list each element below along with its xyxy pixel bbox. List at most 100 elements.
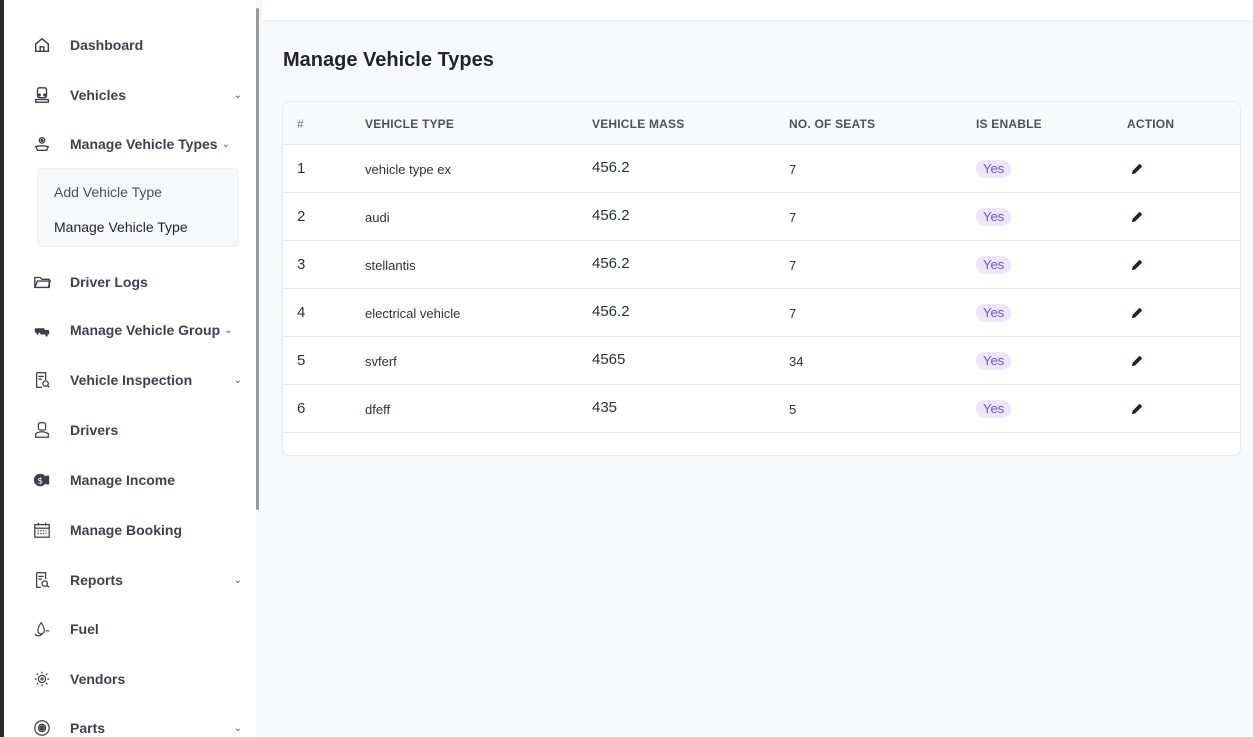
table-row: 5 svferf 4565 34 Yes [283,337,1240,385]
parts-icon [32,718,52,737]
pencil-icon [1131,355,1143,367]
vendors-icon [32,669,52,689]
seats-cell: 7 [789,306,797,321]
sidebar-item-label: Reports [70,572,123,588]
vehicle-mass-cell: 435 [592,399,618,416]
sidebar-item-label: Parts [70,720,106,736]
seats-cell: 7 [789,162,797,177]
seats-cell: 34 [789,354,804,369]
sidebar-item-label: Vehicle Inspection [70,372,193,388]
pencil-icon [1131,403,1143,415]
sidebar-item-label: Vendors [70,671,126,687]
chevron-down-icon: ⌄ [233,89,242,101]
edit-button[interactable] [1127,303,1147,323]
sidebar-item-label: Driver Logs [70,274,148,290]
sidebar-item-reports[interactable]: Reports ⌄ [32,566,242,594]
sidebar-item-driver-logs[interactable]: Driver Logs [32,268,242,296]
sidebar-item-label: Manage Booking [70,522,183,538]
sidebar-item-manage-vehicle-types[interactable]: Manage Vehicle Types ⌄ [32,130,242,158]
row-number: 1 [297,160,306,177]
vehicle-mass-cell: 456.2 [592,255,630,272]
column-header-number: # [297,117,304,131]
table-row: 3 stellantis 456.2 7 Yes [283,241,1240,289]
status-badge: Yes [976,256,1012,274]
vehicle-icon [32,85,52,105]
vehicle-type-cell: svferf [365,354,397,369]
vehicle-type-cell: electrical vehicle [365,306,461,321]
submenu-item-add-vehicle-type[interactable]: Add Vehicle Type [54,184,162,200]
sidebar-item-label: Drivers [70,422,119,438]
sidebar: Dashboard Vehicles ⌄ Manage Vehicle Type… [4,0,256,737]
svg-text:$: $ [37,477,43,487]
inspection-icon [32,370,52,390]
edit-button[interactable] [1127,159,1147,179]
vehicle-mass-cell: 456.2 [592,303,630,320]
edit-button[interactable] [1127,255,1147,275]
chevron-down-icon: ⌄ [224,324,233,336]
folder-icon [32,272,52,292]
vehicle-mass-cell: 456.2 [592,207,630,224]
chevron-down-icon: ⌄ [233,722,242,734]
status-badge: Yes [976,208,1012,226]
pencil-icon [1131,259,1143,271]
top-bar [262,0,1253,20]
pencil-icon [1131,163,1143,175]
vehicle-types-icon [32,134,52,154]
vehicle-mass-cell: 4565 [592,351,626,368]
vehicle-types-submenu: Add Vehicle Type Manage Vehicle Type [37,168,239,247]
sidebar-item-label: Manage Vehicle Group [70,322,221,338]
row-number: 6 [297,400,306,417]
vehicle-type-cell: dfeff [365,402,391,417]
column-header-seats: NO. OF SEATS [789,117,876,131]
table-header: # VEHICLE TYPE VEHICLE MASS NO. OF SEATS… [283,102,1240,145]
column-header-is-enable: IS ENABLE [976,117,1042,131]
column-header-action: ACTION [1127,117,1175,131]
sidebar-item-fuel[interactable]: Fuel [32,615,242,643]
fuel-icon [32,619,52,639]
vehicle-type-cell: vehicle type ex [365,162,451,177]
edit-button[interactable] [1127,399,1147,419]
sidebar-item-manage-booking[interactable]: Manage Booking [32,516,242,544]
sidebar-item-drivers[interactable]: Drivers [32,416,242,444]
row-number: 5 [297,352,306,369]
vehicle-group-icon [32,320,52,340]
vehicle-type-cell: audi [365,210,390,225]
row-number: 3 [297,256,306,273]
chevron-down-icon: ⌄ [221,138,230,150]
sidebar-item-label: Dashboard [70,37,144,53]
vehicle-type-cell: stellantis [365,258,416,273]
vehicle-mass-cell: 456.2 [592,159,630,176]
table-row: 2 audi 456.2 7 Yes [283,193,1240,241]
sidebar-item-label: Manage Income [70,472,176,488]
reports-icon [32,570,52,590]
sidebar-item-dashboard[interactable]: Dashboard [32,31,242,59]
sidebar-item-vendors[interactable]: Vendors [32,665,242,693]
table-row: 4 electrical vehicle 456.2 7 Yes [283,289,1240,337]
sidebar-item-parts[interactable]: Parts ⌄ [32,714,242,737]
pencil-icon [1131,307,1143,319]
seats-cell: 5 [789,402,797,417]
sidebar-item-vehicles[interactable]: Vehicles ⌄ [32,81,242,109]
sidebar-item-label: Manage Vehicle Types [70,136,218,152]
sidebar-item-label: Vehicles [70,87,127,103]
pencil-icon [1131,211,1143,223]
seats-cell: 7 [789,210,797,225]
vehicle-types-table: # VEHICLE TYPE VEHICLE MASS NO. OF SEATS… [282,101,1241,456]
column-header-vehicle-mass: VEHICLE MASS [592,117,685,131]
sidebar-scrollbar[interactable] [256,8,259,510]
status-badge: Yes [976,304,1012,322]
driver-icon [32,420,52,440]
sidebar-item-vehicle-inspection[interactable]: Vehicle Inspection ⌄ [32,366,242,394]
row-number: 2 [297,208,306,225]
status-badge: Yes [976,352,1012,370]
edit-button[interactable] [1127,207,1147,227]
sidebar-item-manage-income[interactable]: $ Manage Income [32,466,242,494]
chevron-down-icon: ⌄ [233,574,242,586]
home-icon [32,35,52,55]
submenu-item-manage-vehicle-type[interactable]: Manage Vehicle Type [54,219,188,235]
seats-cell: 7 [789,258,797,273]
sidebar-item-manage-vehicle-group[interactable]: Manage Vehicle Group ⌄ [32,316,242,344]
page-title: Manage Vehicle Types [283,49,494,71]
edit-button[interactable] [1127,351,1147,371]
status-badge: Yes [976,400,1012,418]
